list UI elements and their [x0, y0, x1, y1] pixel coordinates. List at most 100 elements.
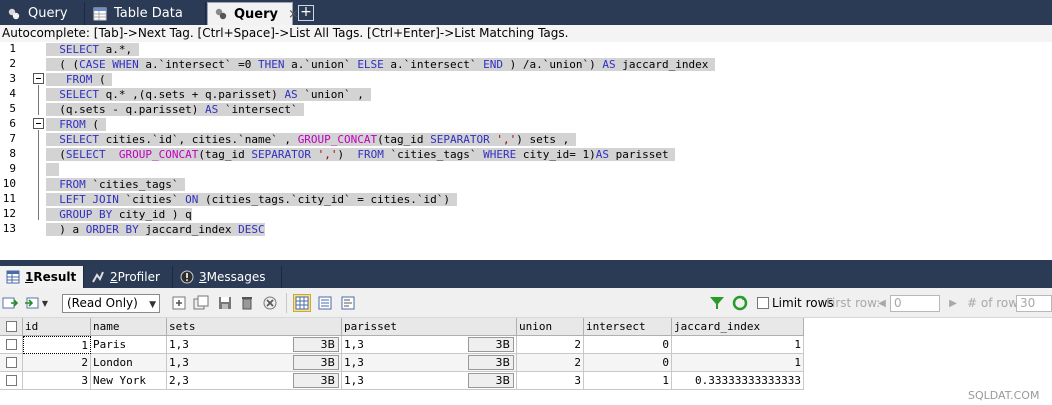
grid-header: id name sets parisset union intersect ja…	[0, 318, 804, 336]
fold-toggle[interactable]	[33, 73, 44, 84]
export-icon[interactable]	[2, 295, 18, 311]
cell-intersect[interactable]: 0	[584, 336, 672, 354]
code-line: ( (CASE WHEN a.`intersect` =0 THEN a.`un…	[46, 58, 715, 71]
tab-number: 1	[25, 270, 34, 284]
blob-size-button[interactable]: 3B	[293, 373, 339, 388]
filter-icon[interactable]	[709, 295, 725, 311]
tab-query-1[interactable]: Query	[0, 2, 85, 25]
row-select-cell[interactable]	[0, 354, 23, 372]
blob-size-button[interactable]: 3B	[293, 337, 339, 352]
cell-parisset[interactable]: 1,3 3B	[342, 354, 517, 372]
chevron-down-icon[interactable]: ▼	[40, 295, 50, 311]
cell-id[interactable]: 1	[23, 336, 91, 354]
cell-sets[interactable]: 2,3 3B	[167, 372, 342, 390]
column-header[interactable]: sets	[167, 318, 342, 336]
cell-intersect[interactable]: 0	[584, 354, 672, 372]
blob-size-button[interactable]: 3B	[468, 373, 514, 388]
code-line: SELECT a.*,	[46, 42, 139, 57]
table-row[interactable]: 2 London 1,3 3B 1,3 3B 2 0 1	[0, 354, 804, 372]
result-mode-value: (Read Only)	[67, 296, 138, 310]
duplicate-row-icon[interactable]	[193, 295, 209, 311]
column-header[interactable]: jaccard_index	[672, 318, 804, 336]
tab-query-active[interactable]: Query ×	[207, 2, 299, 25]
table-icon	[92, 6, 108, 22]
header-select-cell[interactable]	[0, 318, 23, 336]
cell-value: 1,3	[344, 374, 364, 387]
row-checkbox[interactable]	[6, 339, 17, 350]
save-icon[interactable]	[217, 295, 233, 311]
cell-name[interactable]: London	[91, 354, 167, 372]
cell-value: 1,3	[344, 338, 364, 351]
cell-name[interactable]: New York	[91, 372, 167, 390]
result-mode-select[interactable]: (Read Only) ▼	[62, 294, 160, 313]
column-header[interactable]: name	[91, 318, 167, 336]
cell-union[interactable]: 3	[517, 372, 584, 390]
row-checkbox[interactable]	[6, 357, 17, 368]
cell-sets[interactable]: 1,3 3B	[167, 354, 342, 372]
import-icon[interactable]	[24, 295, 40, 311]
cell-sets[interactable]: 1,3 3B	[167, 336, 342, 354]
limit-rows-checkbox[interactable]	[757, 297, 769, 309]
cell-id[interactable]: 3	[23, 372, 91, 390]
tab-label: Table Data	[114, 6, 183, 21]
line-number: 13	[2, 222, 16, 235]
tab-result[interactable]: 1 Result	[0, 266, 84, 288]
blob-size-button[interactable]: 3B	[468, 355, 514, 370]
tab-profiler[interactable]: 2 Profiler	[85, 266, 173, 288]
cell-union[interactable]: 2	[517, 354, 584, 372]
fold-toggle[interactable]	[33, 118, 44, 129]
cell-jaccard-index[interactable]: 1	[672, 336, 804, 354]
grid-view-icon[interactable]	[293, 294, 311, 312]
row-select-cell[interactable]	[0, 372, 23, 390]
row-checkbox[interactable]	[6, 375, 17, 386]
next-page-icon[interactable]: ▶	[945, 295, 961, 311]
cell-value: 1,3	[169, 356, 189, 369]
code-line: ) a ORDER BY jaccard_index DESC	[46, 223, 265, 236]
results-tab-bar: 1 Result 2 Profiler 3 Messages	[0, 266, 1052, 288]
line-gutter: 1 2 3 4 5 6 7 8 9 10 11 12 13	[0, 42, 46, 260]
cell-jaccard-index[interactable]: 1	[672, 354, 804, 372]
tab-label: Query	[234, 6, 279, 22]
results-toolbar: ▼ (Read Only) ▼ Limit rows First row: ◀ …	[0, 288, 1052, 318]
row-select-cell[interactable]	[0, 336, 23, 354]
tab-label: Messages	[206, 270, 266, 284]
delete-icon[interactable]	[239, 295, 255, 311]
cell-parisset[interactable]: 1,3 3B	[342, 336, 517, 354]
chevron-down-icon: ▼	[149, 300, 156, 310]
cell-jaccard-index[interactable]: 0.33333333333333	[672, 372, 804, 390]
prev-page-icon[interactable]: ◀	[874, 295, 890, 311]
new-tab-button[interactable]: +	[298, 5, 314, 21]
sql-editor[interactable]: 1 2 3 4 5 6 7 8 9 10 11 12 13 SELECT a.*…	[0, 42, 1052, 260]
tab-number: 2	[110, 270, 118, 284]
code-line: FROM `cities_tags`	[46, 177, 186, 192]
select-all-checkbox[interactable]	[6, 321, 17, 332]
blob-size-button[interactable]: 3B	[468, 337, 514, 352]
table-row[interactable]: 1 Paris 1,3 3B 1,3 3B 2 0 1	[0, 336, 804, 354]
column-header[interactable]: parisset	[342, 318, 517, 336]
cell-value: 1,3	[169, 338, 189, 351]
column-header[interactable]: union	[517, 318, 584, 336]
text-view-icon[interactable]	[340, 295, 356, 311]
column-header[interactable]: id	[23, 318, 91, 336]
first-row-input[interactable]: 0	[890, 295, 940, 312]
code-line: LEFT JOIN `cities` ON (cities_tags.`city…	[46, 192, 457, 207]
cancel-icon[interactable]	[262, 295, 278, 311]
rows-count-input[interactable]: 30	[1016, 295, 1052, 312]
line-number: 12	[2, 207, 16, 220]
line-number: 6	[9, 117, 16, 130]
column-header[interactable]: intersect	[584, 318, 672, 336]
line-number: 4	[9, 87, 16, 100]
insert-row-icon[interactable]	[171, 295, 187, 311]
cell-name[interactable]: Paris	[91, 336, 167, 354]
cell-parisset[interactable]: 1,3 3B	[342, 372, 517, 390]
tab-table-data[interactable]: Table Data	[86, 2, 206, 25]
cell-union[interactable]: 2	[517, 336, 584, 354]
cell-id[interactable]: 2	[23, 354, 91, 372]
refresh-icon[interactable]	[732, 295, 748, 311]
form-view-icon[interactable]	[317, 295, 333, 311]
tab-messages[interactable]: 3 Messages	[174, 266, 282, 288]
cell-intersect[interactable]: 1	[584, 372, 672, 390]
blob-size-button[interactable]: 3B	[293, 355, 339, 370]
line-number: 1	[9, 42, 16, 55]
table-row[interactable]: 3 New York 2,3 3B 1,3 3B 3 1 0.33333333333…	[0, 372, 804, 390]
